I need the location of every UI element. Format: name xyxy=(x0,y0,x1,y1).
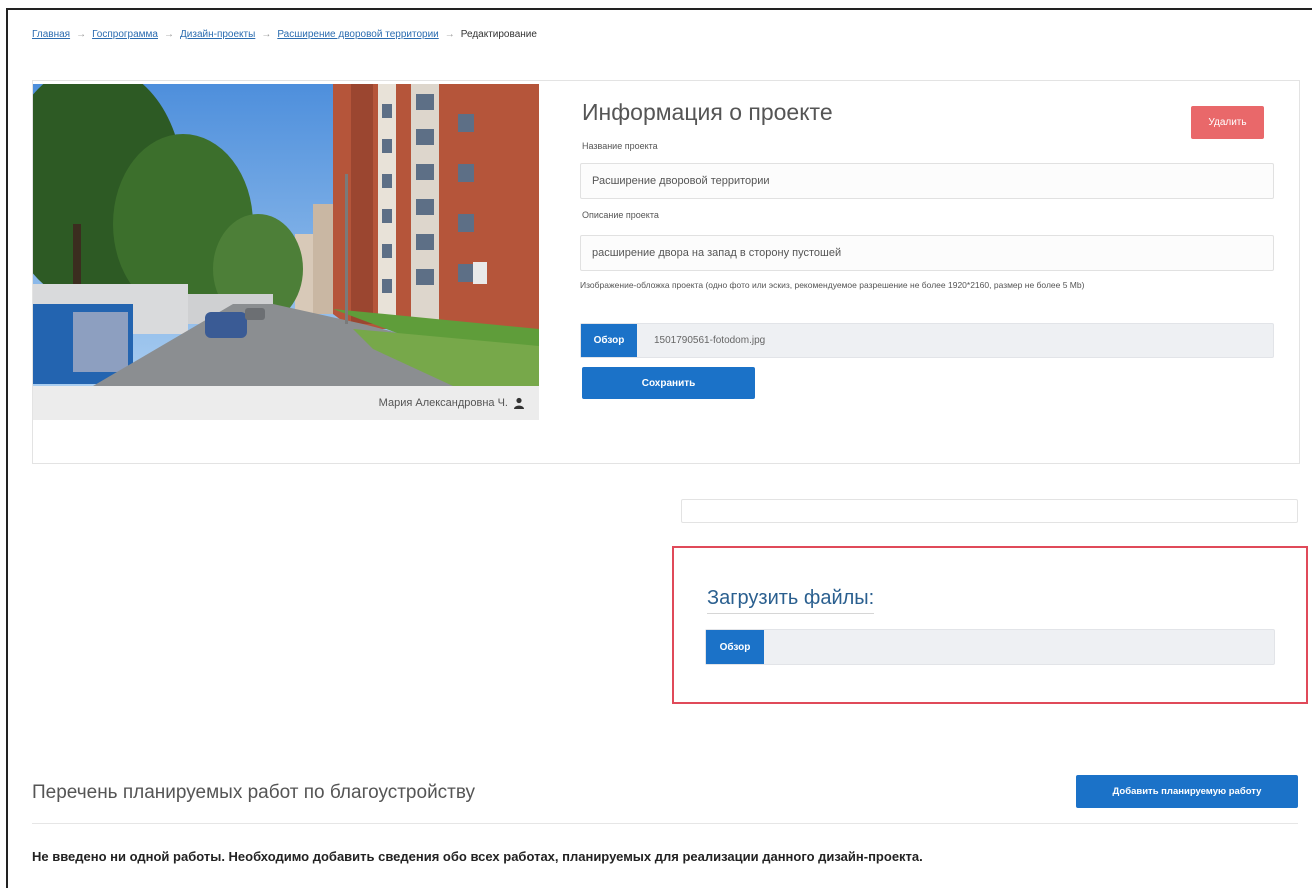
no-works-message: Не введено ни одной работы. Необходимо д… xyxy=(32,849,923,864)
project-description-input[interactable]: расширение двора на запад в сторону пуст… xyxy=(580,235,1274,271)
works-title: Перечень планируемых работ по благоустро… xyxy=(32,782,476,803)
breadcrumb-current: Редактирование xyxy=(460,29,537,40)
project-info-title: Информация о проекте xyxy=(582,99,833,125)
upload-file-input[interactable]: Обзор xyxy=(705,629,1275,665)
empty-panel xyxy=(681,499,1298,523)
photo-author: Мария Александровна Ч. xyxy=(33,386,539,420)
breadcrumb: Главная → Госпрограмма → Дизайн-проекты … xyxy=(32,29,537,40)
breadcrumb-separator: → xyxy=(444,29,455,40)
project-name-label: Название проекта xyxy=(582,141,658,151)
breadcrumb-separator: → xyxy=(261,29,272,40)
add-work-button[interactable]: Добавить планируемую работу xyxy=(1076,775,1298,808)
cover-file-name: 1501790561-fotodom.jpg xyxy=(654,335,766,346)
breadcrumb-design-projects[interactable]: Дизайн-проекты xyxy=(180,29,255,40)
works-divider xyxy=(32,823,1298,824)
user-icon xyxy=(513,397,525,409)
breadcrumb-separator: → xyxy=(76,29,87,40)
breadcrumb-project[interactable]: Расширение дворовой территории xyxy=(277,29,438,40)
cover-file-input[interactable]: Обзор 1501790561-fotodom.jpg xyxy=(580,323,1274,358)
delete-button[interactable]: Удалить xyxy=(1191,106,1264,139)
cover-browse-button[interactable]: Обзор xyxy=(581,324,637,357)
save-button[interactable]: Сохранить xyxy=(582,367,755,399)
upload-files-panel xyxy=(672,546,1308,704)
upload-browse-button[interactable]: Обзор xyxy=(706,630,764,664)
upload-files-title: Загрузить файлы: xyxy=(707,587,875,614)
breadcrumb-home[interactable]: Главная xyxy=(32,29,70,40)
project-name-input[interactable]: Расширение дворовой территории xyxy=(580,163,1274,199)
project-photo-block: Мария Александровна Ч. xyxy=(33,84,539,420)
cover-image-hint: Изображение-обложка проекта (одно фото и… xyxy=(580,280,1085,290)
breadcrumb-separator: → xyxy=(164,29,174,40)
project-cover-image[interactable] xyxy=(33,84,539,386)
photo-author-name: Мария Александровна Ч. xyxy=(378,397,508,409)
project-description-label: Описание проекта xyxy=(582,210,659,220)
breadcrumb-program[interactable]: Госпрограмма xyxy=(92,29,158,40)
